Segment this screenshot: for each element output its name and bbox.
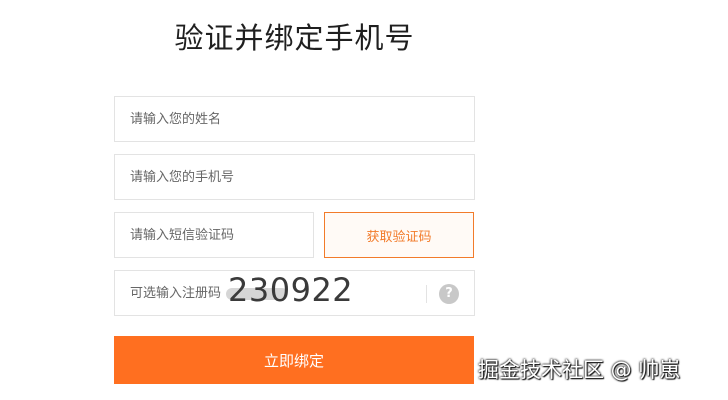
- phone-input[interactable]: [115, 155, 474, 199]
- page-title: 验证并绑定手机号: [174, 21, 415, 55]
- bind-phone-page: 验证并绑定手机号 获取验证码 ? 230922 立即绑定 掘金技术社区 @ 帅崽: [0, 0, 728, 400]
- watermark-text: 掘金技术社区 @ 帅崽: [478, 358, 681, 382]
- registration-code-overlay: 230922: [228, 271, 354, 309]
- bind-now-button[interactable]: 立即绑定: [114, 336, 474, 384]
- sms-code-field[interactable]: [114, 212, 314, 258]
- field-divider: [426, 285, 427, 303]
- get-sms-code-button[interactable]: 获取验证码: [324, 212, 474, 258]
- name-field[interactable]: [114, 96, 475, 142]
- sms-code-input[interactable]: [115, 213, 313, 257]
- phone-field[interactable]: [114, 154, 475, 200]
- name-input[interactable]: [115, 97, 474, 141]
- help-question-icon[interactable]: ?: [439, 284, 459, 304]
